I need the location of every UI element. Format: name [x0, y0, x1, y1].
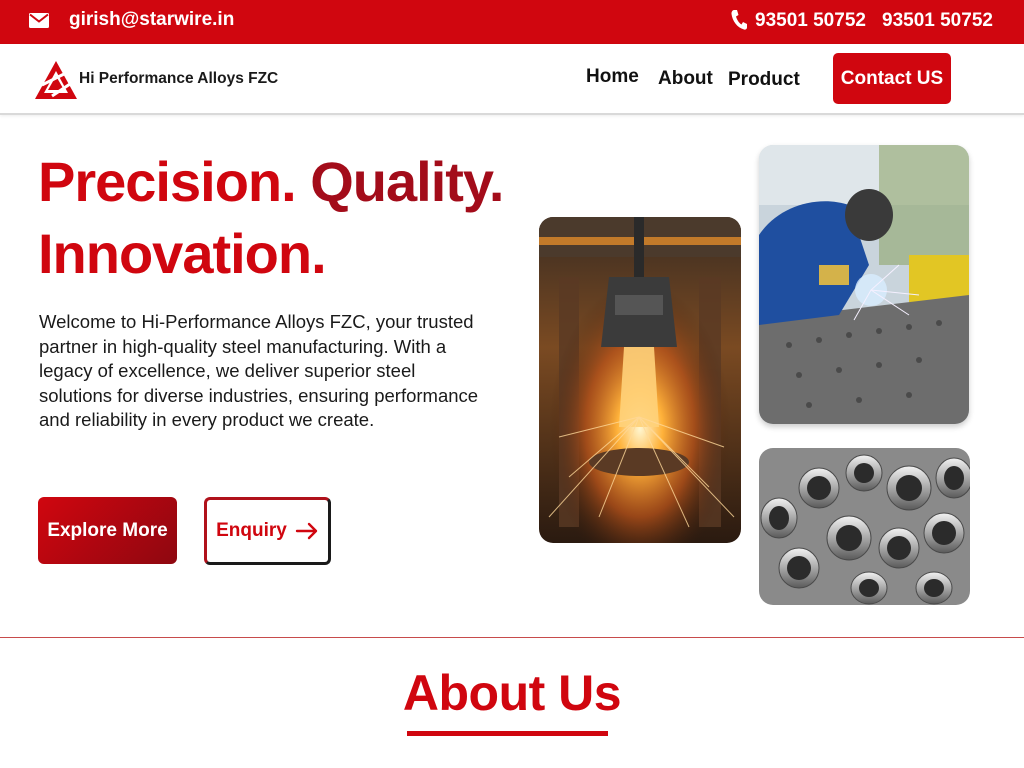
explore-more-button[interactable]: Explore More [38, 497, 177, 564]
enquiry-button[interactable]: Enquiry [204, 497, 331, 565]
nav-link-home[interactable]: Home [586, 66, 639, 88]
hero-title-quality: Quality. [310, 150, 504, 213]
about-us-heading: About Us [402, 665, 622, 721]
contact-phone-1[interactable]: 93501 50752 [755, 10, 866, 32]
main-navbar: Hi Performance Alloys FZC Home About Pro… [0, 44, 1024, 115]
brand-name[interactable]: Hi Performance Alloys FZC [79, 70, 278, 88]
nav-link-product[interactable]: Product [728, 69, 800, 91]
hero-title-line-1: Precision. Quality. [38, 150, 504, 213]
contact-phone-2[interactable]: 93501 50752 [882, 10, 993, 32]
nav-link-about[interactable]: About [658, 68, 713, 90]
molten-steel-pour-photo [539, 217, 741, 543]
phone-icon [731, 10, 747, 30]
top-contact-bar: girish@starwire.in 93501 50752 93501 507… [0, 0, 1024, 44]
hero-title-precision: Precision. [38, 150, 297, 213]
company-logo-icon[interactable] [34, 60, 78, 100]
mail-icon [29, 13, 49, 28]
contact-us-button[interactable]: Contact US [833, 53, 951, 104]
welder-photo [759, 145, 969, 424]
hero-description: Welcome to Hi-Performance Alloys FZC, yo… [39, 311, 479, 431]
section-divider [0, 637, 1024, 638]
contact-email[interactable]: girish@starwire.in [69, 9, 234, 31]
arrow-right-icon [295, 522, 318, 540]
about-us-underline [407, 731, 608, 736]
hero-title-innovation: Innovation. [38, 222, 327, 285]
steel-pipes-photo [759, 448, 970, 605]
enquiry-button-label: Enquiry [216, 520, 287, 541]
